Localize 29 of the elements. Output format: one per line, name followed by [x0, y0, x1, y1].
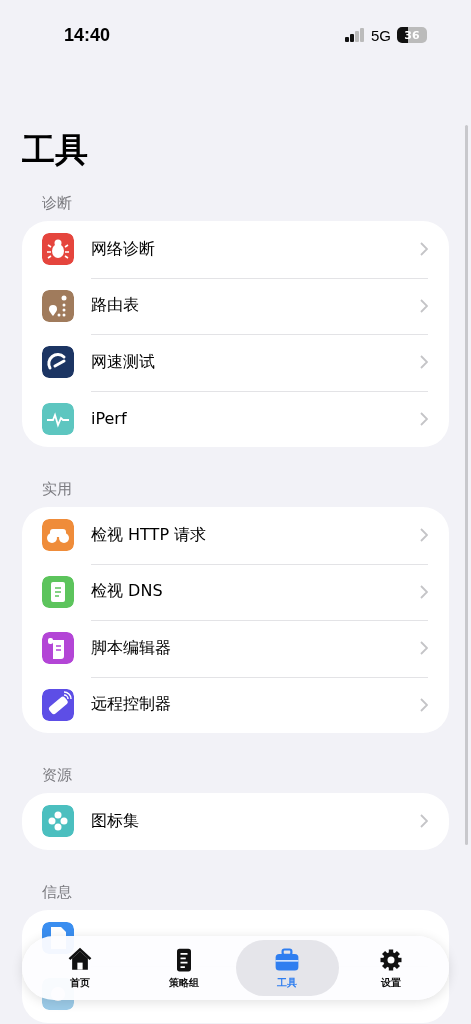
- section-header: 诊断: [42, 193, 73, 213]
- menu-item[interactable]: 脚本编辑器: [91, 637, 420, 659]
- menu-item[interactable]: iPerf: [91, 409, 420, 429]
- menu-item[interactable]: 远程控制器: [91, 694, 420, 716]
- menu-item[interactable]: 网速测试: [91, 351, 420, 373]
- section-header: 资源: [42, 765, 73, 785]
- chevron-icon: [420, 242, 428, 257]
- chevron-icon: [420, 298, 428, 313]
- chevron-icon: [420, 584, 428, 599]
- network-type: 5G: [371, 26, 391, 44]
- signal-icon: [345, 28, 365, 42]
- chevron-icon: [420, 355, 428, 370]
- chevron-icon: [420, 814, 428, 829]
- chevron-icon: [420, 697, 428, 712]
- page-title: 工具: [22, 130, 89, 170]
- section-header: 实用: [42, 479, 73, 499]
- chevron-icon: [420, 528, 428, 543]
- tab[interactable]: 设置: [339, 940, 443, 996]
- menu-item[interactable]: 检视 HTTP 请求: [91, 524, 420, 546]
- tab[interactable]: 策略组: [131, 940, 236, 996]
- section-header: 信息: [42, 881, 73, 902]
- clock: 14:40: [64, 24, 112, 46]
- menu-item[interactable]: 路由表: [91, 295, 420, 317]
- menu-item[interactable]: 图标集: [91, 810, 420, 832]
- chevron-icon: [420, 641, 428, 656]
- menu-item[interactable]: 检视 DNS: [91, 581, 420, 603]
- chevron-icon: [420, 411, 428, 426]
- tab[interactable]: 首页: [28, 940, 132, 996]
- menu-item[interactable]: 网络诊断: [91, 238, 420, 260]
